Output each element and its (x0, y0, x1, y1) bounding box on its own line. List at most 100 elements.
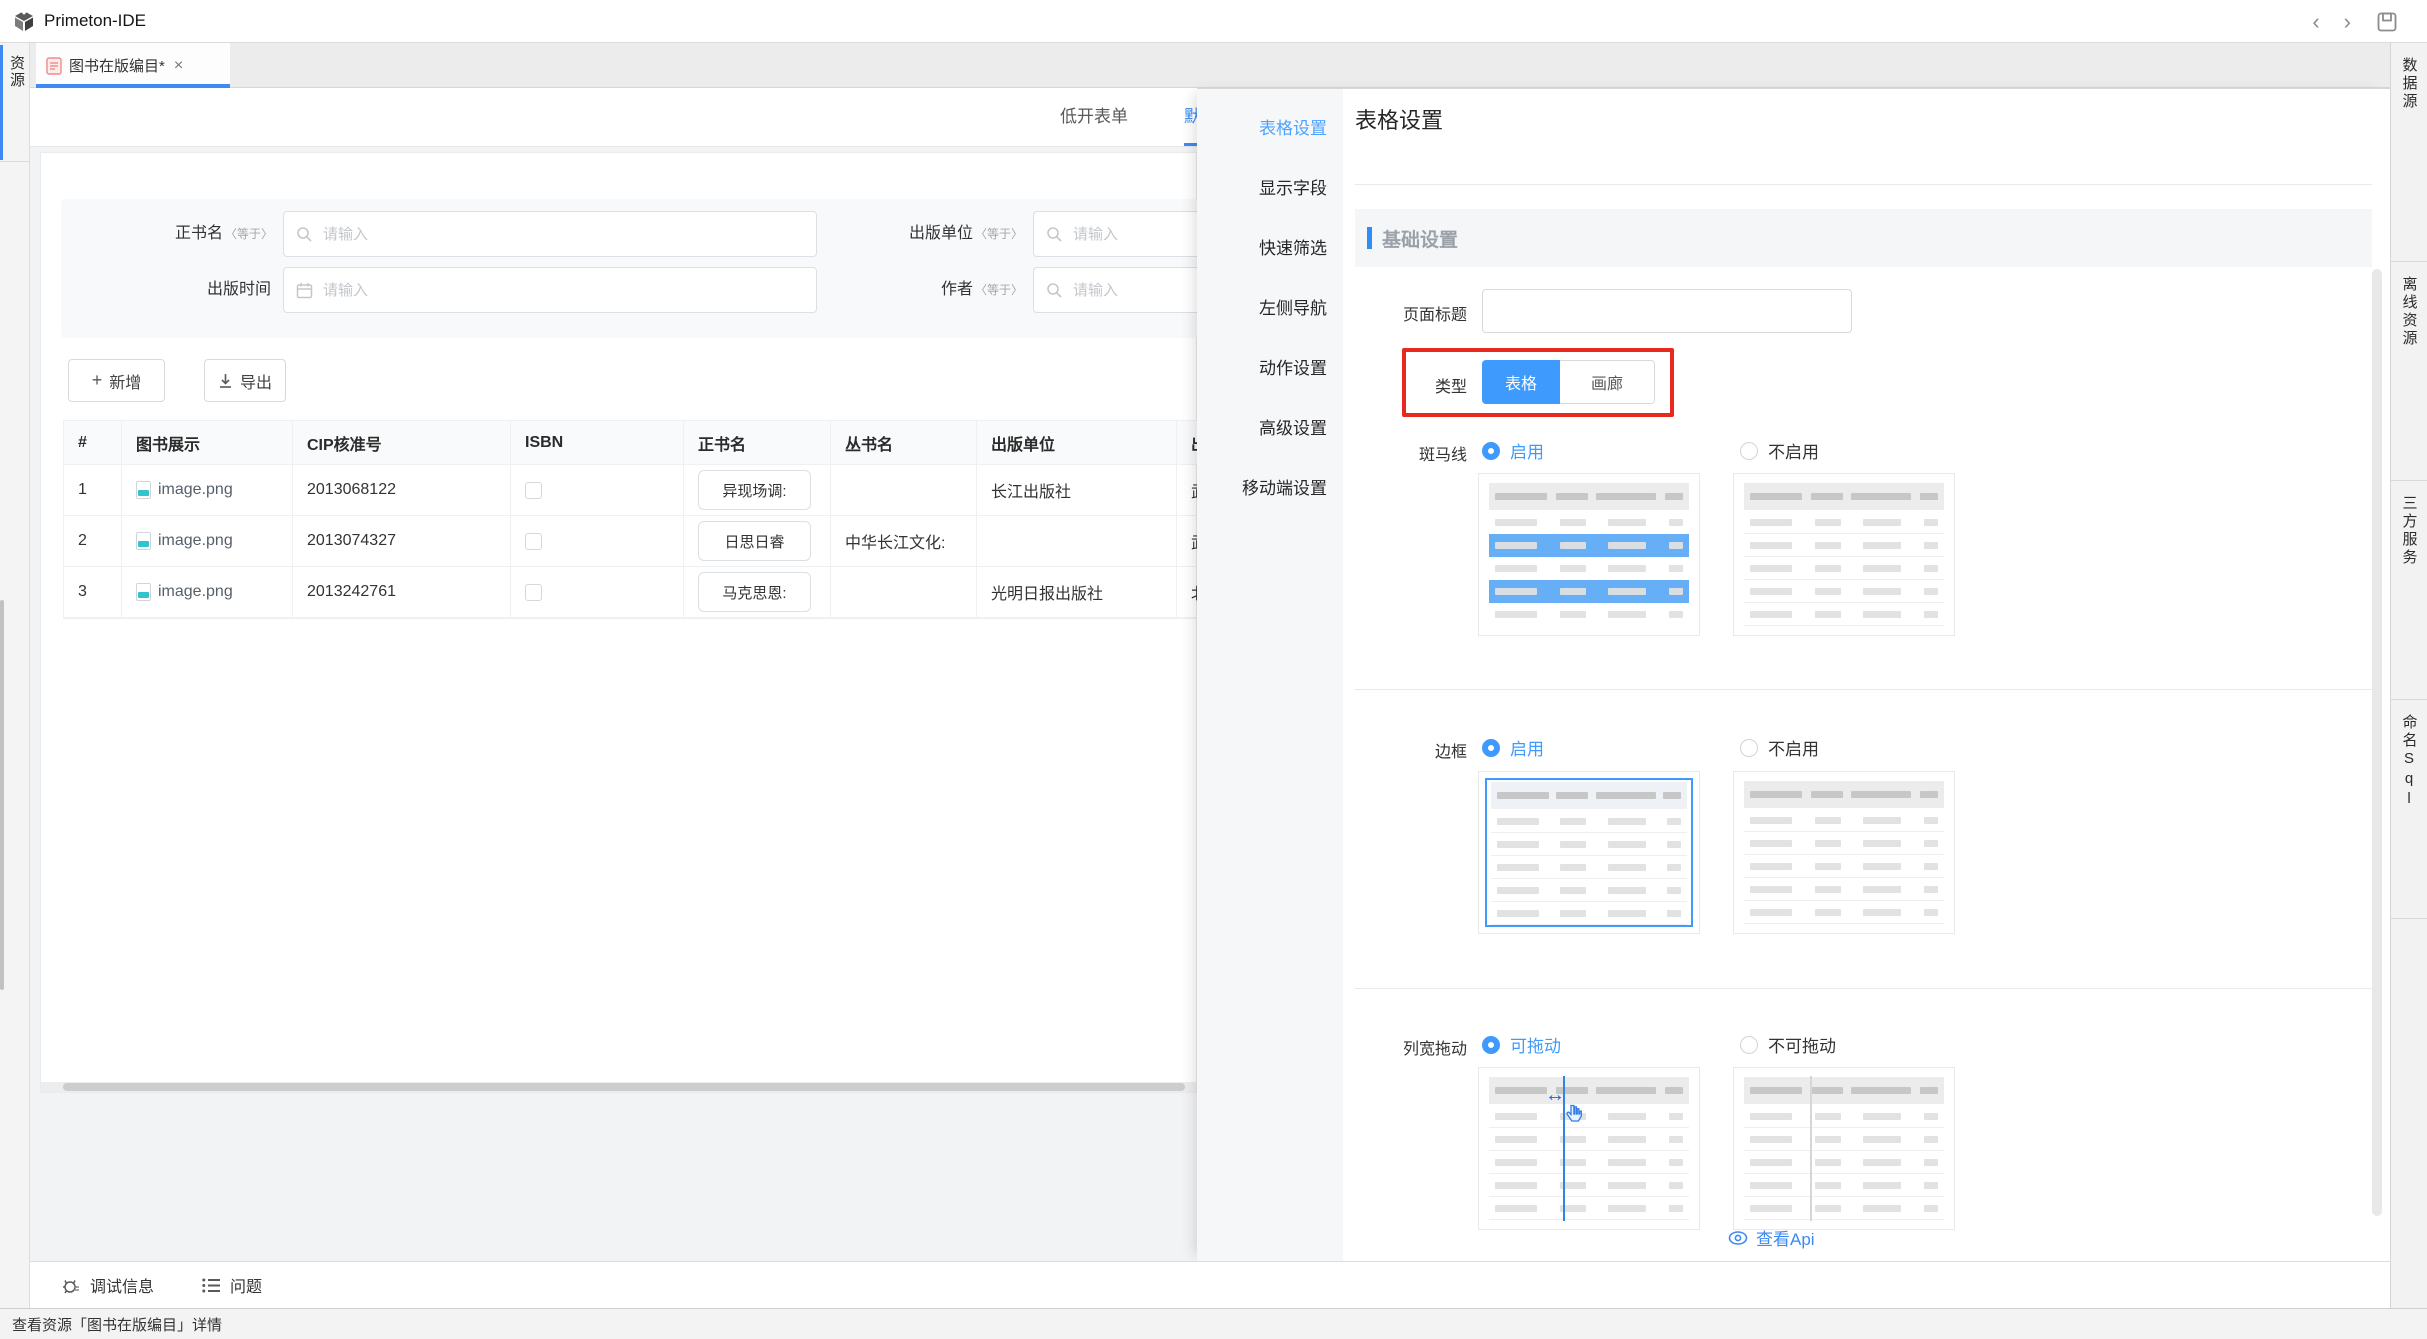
save-icon[interactable] (2375, 10, 2399, 34)
book-title-button[interactable]: 日思日睿 (698, 521, 811, 561)
sidebar-divider (0, 161, 30, 162)
document-icon (46, 57, 62, 75)
zebra-off-preview[interactable] (1733, 473, 1955, 636)
title-search-field[interactable] (283, 211, 817, 257)
problems-list-icon (202, 1278, 221, 1293)
isbn-checkbox[interactable] (525, 584, 542, 601)
field-label-author: 作者〈等于〉 (811, 267, 1023, 313)
nav-action-settings[interactable]: 动作设置 (1197, 339, 1343, 399)
editor-tab-strip: 图书在版编目* × (30, 43, 2390, 88)
radio-unselected-icon (1740, 442, 1758, 460)
left-sidebar-active-indicator (0, 45, 3, 160)
nav-mobile-settings[interactable]: 移动端设置 (1197, 459, 1343, 519)
forward-arrow-icon[interactable]: › (2344, 11, 2351, 33)
debug-info-button[interactable]: 调试信息 (62, 1273, 154, 1297)
app-title: Primeton-IDE (44, 11, 146, 31)
radio-unselected-icon (1740, 739, 1758, 757)
sidebar-item-third-party-services[interactable]: 三方服务 (2391, 481, 2427, 700)
table-row: 2 image.png 2013074327 日思日睿 中华长江文化: 武汉 (64, 516, 1197, 567)
section-basic-settings: 基础设置 (1355, 209, 2372, 267)
isbn-checkbox[interactable] (525, 482, 542, 499)
column-drag-label: 列宽拖动 (1343, 1035, 1467, 1059)
nav-display-fields[interactable]: 显示字段 (1197, 159, 1343, 219)
search-icon (1046, 282, 1063, 299)
sidebar-item-offline-resources[interactable]: 离线资源 (2391, 262, 2427, 481)
left-edge-scrollbar[interactable] (0, 600, 4, 990)
bottom-toolbar: 调试信息 问题 (30, 1261, 2390, 1308)
page-card: 正书名〈等于〉 出版单位〈等于〉 出版时间 (40, 152, 1197, 1093)
type-option-table[interactable]: 表格 (1482, 360, 1560, 404)
page-title-input[interactable] (1482, 289, 1852, 333)
publish-date-field[interactable] (283, 267, 817, 313)
tab-low-code-form[interactable]: 低开表单 (1060, 88, 1128, 146)
tab-default-view-partial[interactable]: 默 (1184, 88, 1197, 146)
border-off-radio[interactable]: 不启用 (1740, 735, 1819, 760)
col-header-publisher: 出版单位 (977, 421, 1177, 465)
author-search-input[interactable] (1071, 281, 1197, 300)
zebra-on-preview[interactable] (1478, 473, 1700, 636)
back-arrow-icon[interactable]: ‹ (2312, 11, 2319, 33)
radio-selected-icon (1482, 442, 1500, 460)
border-off-preview[interactable] (1733, 771, 1955, 934)
nav-left-navigation[interactable]: 左侧导航 (1197, 279, 1343, 339)
drag-off-radio[interactable]: 不可拖动 (1740, 1032, 1836, 1057)
view-api-link[interactable]: 查看Api (1728, 1225, 1815, 1250)
book-title-button[interactable]: 马克思恩: (698, 572, 811, 612)
download-icon (218, 373, 233, 389)
form-preview-area: 低开表单 默 正书名〈等于〉 出版单位〈等于〉 (30, 88, 1197, 1261)
sidebar-item-datasource[interactable]: 数据源 (2391, 43, 2427, 262)
book-title-button[interactable]: 异现场调: (698, 470, 811, 510)
col-header-series: 丛书名 (831, 421, 977, 465)
drag-off-preview[interactable] (1733, 1067, 1955, 1230)
border-on-preview[interactable] (1478, 771, 1700, 934)
app-logo-cube-icon (12, 9, 36, 33)
calendar-icon (296, 282, 313, 299)
status-bar: 查看资源「图书在版编目」详情 (0, 1308, 2427, 1339)
nav-quick-filter[interactable]: 快速筛选 (1197, 219, 1343, 279)
col-header-cip: CIP核准号 (293, 421, 511, 465)
table-row: 1 image.png 2013068122 异现场调: 长江出版社 武汉 (64, 465, 1197, 516)
divider (1355, 988, 2372, 989)
drag-on-radio[interactable]: 可拖动 (1482, 1032, 1561, 1057)
image-file-icon (136, 583, 151, 601)
problems-button[interactable]: 问题 (202, 1273, 262, 1297)
border-on-radio[interactable]: 启用 (1482, 735, 1544, 760)
border-label: 边框 (1343, 738, 1467, 762)
drag-arrows-icon: ↔ (1545, 1084, 1565, 1107)
publisher-search-field[interactable] (1033, 211, 1197, 257)
close-icon[interactable]: × (174, 57, 183, 75)
field-label-title: 正书名〈等于〉 (61, 211, 273, 257)
col-header-index: # (64, 421, 122, 465)
sidebar-item-resources[interactable]: 资源 (6, 55, 27, 89)
table-header-row: # 图书展示 CIP核准号 ISBN 正书名 丛书名 出版单位 出版 (64, 421, 1197, 465)
publisher-search-input[interactable] (1071, 225, 1197, 244)
type-option-gallery[interactable]: 画廊 (1560, 360, 1655, 404)
publish-date-input[interactable] (321, 281, 804, 300)
status-text: 查看资源「图书在版编目」详情 (12, 1314, 222, 1335)
editor-tab-book-cip[interactable]: 图书在版编目* × (36, 43, 230, 88)
author-search-field[interactable] (1033, 267, 1197, 313)
table-settings-panel: 表格设置 显示字段 快速筛选 左侧导航 动作设置 高级设置 移动端设置 表格设置… (1197, 88, 2390, 1261)
title-search-input[interactable] (321, 225, 804, 244)
radio-unselected-icon (1740, 1036, 1758, 1054)
drag-on-preview[interactable]: ↔ (1478, 1067, 1700, 1230)
primeton-ide-window: Primeton-IDE ‹ › 资源 数据源 离线资源 三方服务 命名Sql (0, 0, 2427, 1339)
col-header-title: 正书名 (684, 421, 831, 465)
zebra-label: 斑马线 (1343, 441, 1467, 465)
debug-bug-icon (62, 1276, 81, 1295)
zebra-on-radio[interactable]: 启用 (1482, 438, 1544, 463)
export-button[interactable]: 导出 (204, 359, 286, 402)
panel-scrollbar-thumb[interactable] (2372, 269, 2382, 1216)
sidebar-item-named-sql[interactable]: 命名Sql (2391, 700, 2427, 919)
nav-table-settings[interactable]: 表格设置 (1197, 99, 1343, 159)
nav-advanced-settings[interactable]: 高级设置 (1197, 399, 1343, 459)
horizontal-scrollbar-thumb[interactable] (63, 1083, 1185, 1091)
right-sidebar: 数据源 离线资源 三方服务 命名Sql (2390, 43, 2427, 1308)
zebra-off-radio[interactable]: 不启用 (1740, 438, 1819, 463)
radio-selected-icon (1482, 1036, 1500, 1054)
add-button[interactable]: + 新增 (68, 359, 165, 402)
editor-tab-label: 图书在版编目* (69, 55, 165, 76)
isbn-checkbox[interactable] (525, 533, 542, 550)
panel-title: 表格设置 (1355, 103, 1443, 135)
settings-content: 表格设置 基础设置 页面标题 类型 表格 画廊 斑马线 启用 (1343, 89, 2390, 1261)
